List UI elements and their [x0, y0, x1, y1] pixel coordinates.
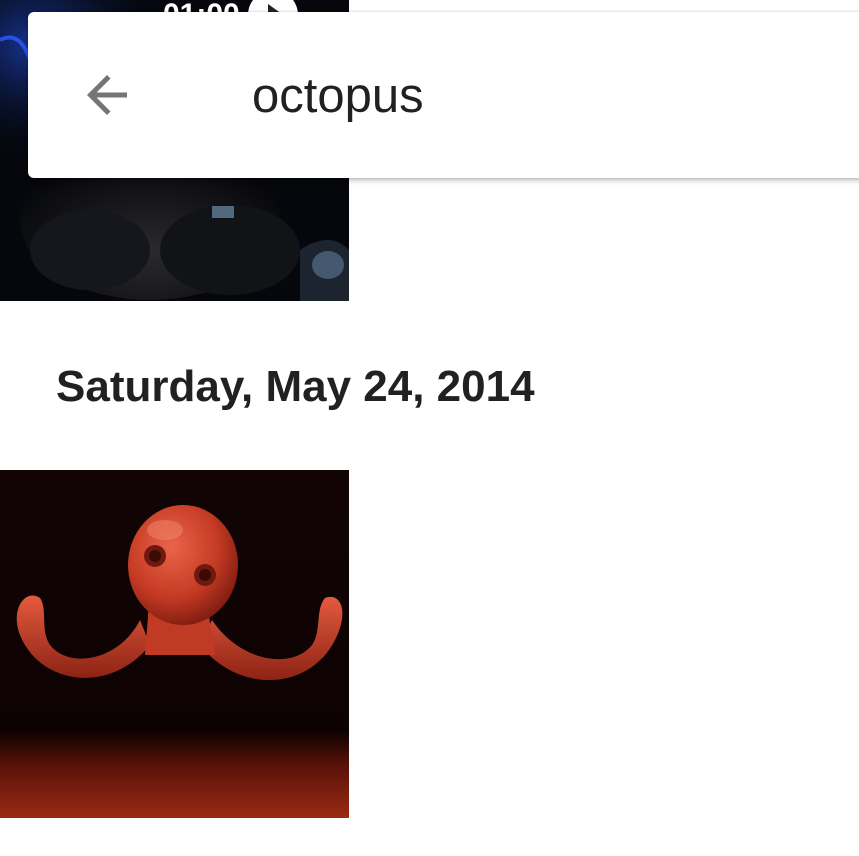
search-input[interactable]: [252, 64, 812, 128]
date-header: Saturday, May 24, 2014: [56, 362, 535, 411]
photo-thumbnail[interactable]: [0, 470, 349, 818]
arrow-back-icon: [87, 75, 127, 115]
back-button[interactable]: [72, 60, 142, 130]
search-bar: [28, 12, 859, 178]
search-results-screen: 01:00 Saturday, May 24, 2014: [0, 0, 859, 856]
octopus-hook-image: [0, 470, 349, 818]
